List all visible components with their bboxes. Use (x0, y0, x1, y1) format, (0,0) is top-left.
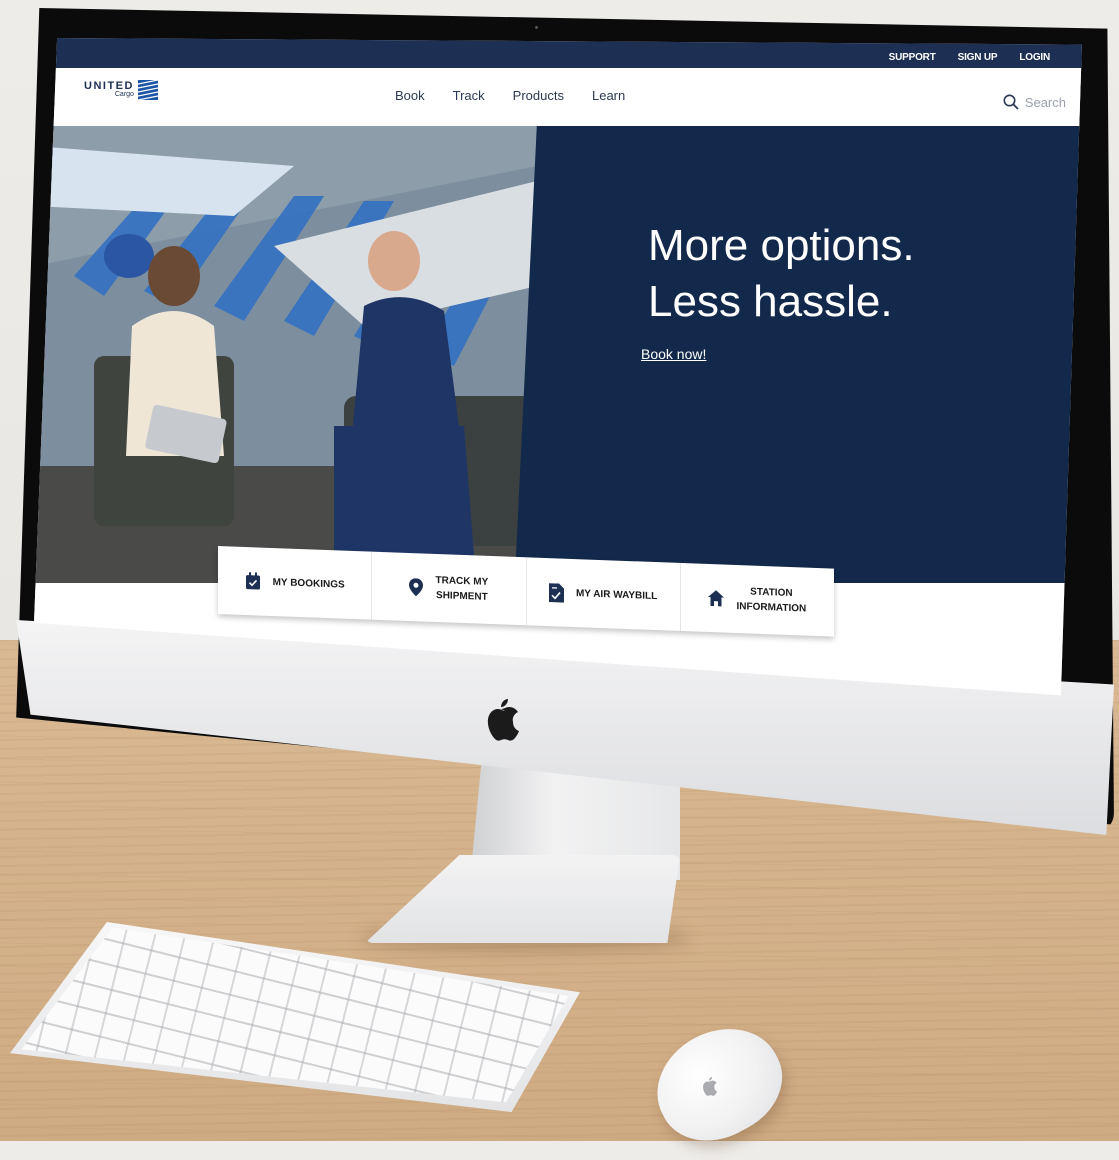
screen: SUPPORT SIGN UP LOGIN UNITED Cargo Book … (34, 38, 1082, 696)
hero-headline-line1: More options. (648, 221, 915, 270)
nav-products[interactable]: Products (513, 88, 564, 103)
home-icon (708, 590, 725, 607)
quick-link-label-line2: SHIPMENT (436, 589, 488, 603)
search-placeholder: Search (1024, 94, 1066, 110)
calendar-check-icon (245, 572, 260, 590)
quick-link-label-line1: TRACK MY (435, 574, 489, 588)
hero-headline: More options. Less hassle. (648, 218, 915, 330)
search-icon[interactable] (1003, 94, 1019, 110)
quick-link-label: MY BOOKINGS (272, 576, 345, 591)
search-box[interactable]: Search (1003, 94, 1066, 110)
map-pin-icon (409, 578, 424, 597)
sign-up-link[interactable]: SIGN UP (958, 52, 998, 63)
quick-link-station-information[interactable]: STATION INFORMATION (681, 563, 834, 637)
main-nav: UNITED Cargo Book Track Products Learn S… (34, 68, 1082, 126)
quick-link-my-bookings[interactable]: MY BOOKINGS (218, 546, 373, 620)
quick-link-label-line2: INFORMATION (736, 601, 807, 615)
hero-image (34, 126, 537, 586)
hero-photo (34, 126, 537, 586)
brand-sub: Cargo (114, 91, 134, 98)
hero-headline-line2: Less hassle. (648, 277, 893, 326)
book-now-link[interactable]: Book now! (641, 346, 706, 362)
quick-link-air-waybill[interactable]: MY AIR WAYBILL (526, 557, 681, 631)
globe-icon (137, 80, 158, 100)
login-link[interactable]: LOGIN (1019, 52, 1050, 63)
quick-link-label-line1: STATION (750, 586, 793, 600)
brand-logo[interactable]: UNITED Cargo (84, 80, 158, 100)
quick-link-track-shipment[interactable]: TRACK MY SHIPMENT (372, 551, 527, 626)
document-check-icon (548, 582, 564, 603)
support-link[interactable]: SUPPORT (889, 52, 936, 63)
nav-book[interactable]: Book (395, 88, 425, 103)
mouse-apple-logo-icon (703, 1077, 718, 1096)
apple-logo-icon (487, 699, 519, 741)
quick-link-label: MY AIR WAYBILL (575, 587, 658, 602)
nav-track[interactable]: Track (453, 88, 485, 103)
nav-learn[interactable]: Learn (592, 88, 625, 103)
webcam (535, 26, 538, 29)
